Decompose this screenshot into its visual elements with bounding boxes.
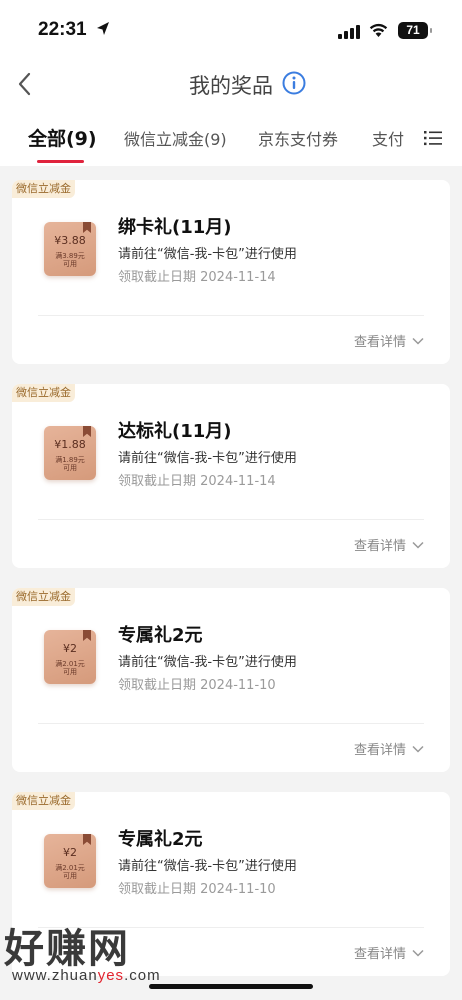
coupon-condition-line: 可用 (63, 260, 77, 268)
coupon-condition-line: 满3.89元 (55, 252, 85, 260)
watermark-url-prefix: www.zhuan (12, 967, 98, 984)
watermark-url-highlight: yes (97, 967, 125, 984)
coupon-icon: ¥3.88 满3.89元 可用 (44, 222, 96, 276)
tab-jd-pay-coupon[interactable]: 京东支付券 (258, 126, 338, 150)
card-description: 请前往“微信-我-卡包”进行使用 (118, 247, 297, 262)
coupon-icon: ¥1.88 满1.89元 可用 (44, 426, 96, 480)
status-bar: 22:31 71 (0, 0, 462, 62)
coupon-icon: ¥2 满2.01元 可用 (44, 630, 96, 684)
coupon-condition-line: 满2.01元 (55, 864, 85, 872)
info-circle-icon[interactable] (282, 71, 306, 99)
card-deadline: 领取截止日期 2024-11-14 (118, 270, 276, 285)
coupon-amount: ¥1.88 (54, 438, 86, 451)
coupon-condition-line: 可用 (63, 668, 77, 676)
view-details-label: 查看详情 (353, 743, 406, 758)
card-title: 绑卡礼(11月) (118, 217, 232, 238)
coupon-amount: ¥3.88 (54, 234, 86, 247)
coupon-condition: 满2.01元 可用 (44, 864, 96, 880)
bookmark-icon (83, 630, 91, 641)
coupon-condition-line: 满1.89元 (55, 456, 85, 464)
coupon-icon: ¥2 满2.01元 可用 (44, 834, 96, 888)
card-tag: 微信立减金 (12, 588, 75, 606)
coupon-condition-line: 可用 (63, 872, 77, 880)
card-deadline: 领取截止日期 2024-11-10 (118, 678, 276, 693)
chevron-down-icon (412, 541, 424, 549)
card-title: 达标礼(11月) (118, 421, 232, 442)
coupon-condition: 满1.89元 可用 (44, 456, 96, 472)
bookmark-icon (83, 426, 91, 437)
card-description: 请前往“微信-我-卡包”进行使用 (118, 451, 297, 466)
view-details-button[interactable]: 查看详情 (354, 331, 424, 350)
tab-pay[interactable]: 支付 (372, 126, 404, 150)
battery-icon: 71 (398, 22, 432, 39)
card-tag: 微信立减金 (12, 384, 75, 402)
view-details-button[interactable]: 查看详情 (354, 943, 424, 962)
coupon-amount: ¥2 (63, 846, 77, 859)
coupon-condition: 满3.89元 可用 (44, 252, 96, 268)
card-tag: 微信立减金 (12, 792, 75, 810)
coupon-amount: ¥2 (63, 642, 77, 655)
wifi-icon (368, 22, 389, 42)
watermark-logo-text: 好赚网 (4, 926, 130, 972)
card-title: 专属礼2元 (118, 625, 203, 646)
coupon-condition-line: 满2.01元 (55, 660, 85, 668)
view-details-label: 查看详情 (353, 539, 406, 554)
coupon-condition: 满2.01元 可用 (44, 660, 96, 676)
chevron-down-icon (412, 337, 424, 345)
watermark-url: www.zhuanyes.com (12, 967, 161, 984)
card-description: 请前往“微信-我-卡包”进行使用 (118, 655, 297, 670)
prize-card[interactable]: 微信立减金 ¥3.88 满3.89元 可用 绑卡礼(11月) 请前往“微信-我-… (12, 180, 450, 364)
location-arrow-icon (96, 21, 110, 41)
card-description: 请前往“微信-我-卡包”进行使用 (118, 859, 297, 874)
bookmark-icon (83, 222, 91, 233)
view-details-label: 查看详情 (353, 947, 406, 962)
chevron-down-icon (412, 949, 424, 957)
tab-all[interactable]: 全部(9) (28, 124, 97, 151)
tab-active-indicator (37, 160, 84, 163)
cellular-signal-icon (338, 24, 360, 43)
card-deadline: 领取截止日期 2024-11-10 (118, 882, 276, 897)
divider (38, 315, 424, 316)
coupon-condition-line: 可用 (63, 464, 77, 472)
status-time: 22:31 (38, 19, 87, 40)
divider (38, 723, 424, 724)
tabs-bar: 全部(9) 微信立减金(9) 京东支付券 支付 (0, 110, 462, 166)
nav-bar: 我的奖品 (0, 62, 462, 110)
view-details-button[interactable]: 查看详情 (354, 535, 424, 554)
prize-card[interactable]: 微信立减金 ¥2 满2.01元 可用 专属礼2元 请前往“微信-我-卡包”进行使… (12, 588, 450, 772)
chevron-down-icon (412, 745, 424, 753)
card-tag: 微信立减金 (12, 180, 75, 198)
view-details-label: 查看详情 (353, 335, 406, 350)
tab-wechat-discount[interactable]: 微信立减金(9) (124, 126, 227, 150)
home-indicator[interactable] (149, 984, 313, 989)
view-details-button[interactable]: 查看详情 (354, 739, 424, 758)
card-deadline: 领取截止日期 2024-11-14 (118, 474, 276, 489)
watermark-url-suffix: .com (124, 967, 161, 984)
bookmark-icon (83, 834, 91, 845)
card-title: 专属礼2元 (118, 829, 203, 850)
divider (38, 519, 424, 520)
prize-card[interactable]: 微信立减金 ¥1.88 满1.89元 可用 达标礼(11月) 请前往“微信-我-… (12, 384, 450, 568)
page-title: 我的奖品 (189, 74, 273, 98)
list-menu-icon[interactable] (424, 130, 442, 150)
